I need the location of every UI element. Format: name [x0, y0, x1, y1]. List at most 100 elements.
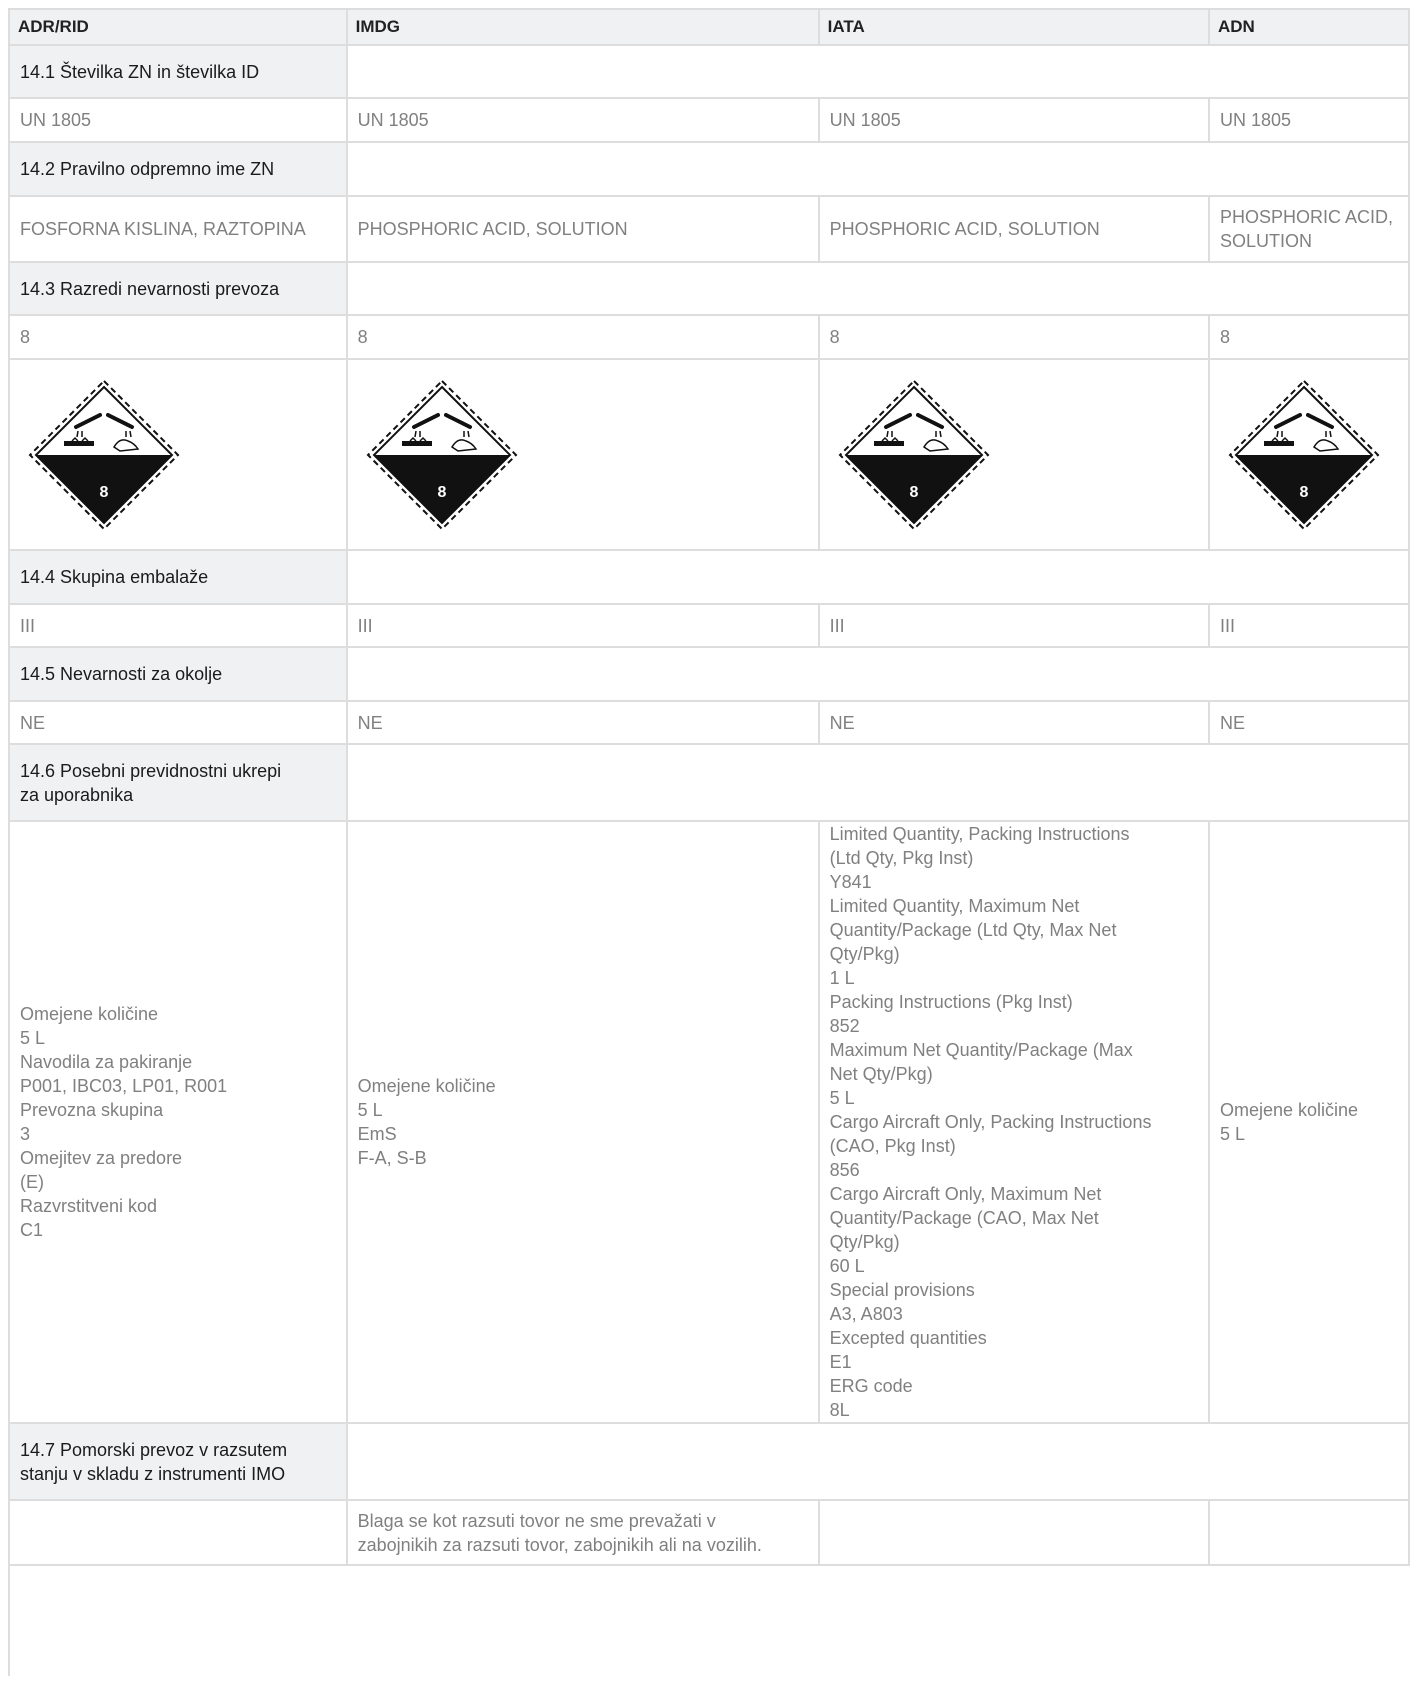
- pictogram-cell-imdg: 8: [345, 358, 820, 551]
- corroded-surface: [401, 440, 432, 446]
- table-row: Blaga se kot razsuti tovor ne sme prevaž…: [8, 1499, 1411, 1566]
- corrosive-pictogram-icon: 8: [28, 379, 180, 530]
- table-row: III III III III: [8, 603, 1411, 648]
- pictogram-cell-adn: 8: [1207, 358, 1411, 551]
- text-line: 60 L: [829, 1256, 865, 1276]
- section-title-environment: 14.5 Nevarnosti za okolje: [8, 646, 348, 702]
- corroded-surface: [64, 440, 94, 446]
- text-line: Qty/Pkg): [829, 1232, 900, 1252]
- text-line: Omejene količine: [1219, 1100, 1359, 1120]
- text-line: Cargo Aircraft Only, Packing Instruction…: [829, 1112, 1152, 1132]
- imo-bulk-iata: [817, 1499, 1210, 1566]
- text-line: Special provisions: [829, 1280, 975, 1300]
- environment-imdg: NE: [345, 700, 820, 745]
- text-line: A3, A803: [829, 1304, 903, 1324]
- text-line: Omejitev za predore: [20, 1148, 183, 1168]
- imo-bulk-adn: [1207, 1499, 1411, 1566]
- text-line: 5 L: [829, 1088, 855, 1108]
- precautions-imdg: Omejene količine 5 L EmS F-A, S-B: [345, 820, 820, 1424]
- section-row: 14.1 Številka ZN in številka ID: [8, 44, 1411, 99]
- shipping-name-adn: PHOSPHORIC ACID, SOLUTION: [1207, 195, 1411, 263]
- text-line: Excepted quantities: [829, 1328, 987, 1348]
- section-title-hazard-class: 14.3 Razredi nevarnosti prevoza: [8, 261, 348, 316]
- col-header-adn: ADN: [1207, 8, 1411, 46]
- un-number-adr: UN 1805: [8, 97, 348, 143]
- section-row: 14.4 Skupina embalaže: [8, 549, 1411, 605]
- table-row: Omejene količine 5 L Navodila za pakiranje…: [8, 820, 1411, 1424]
- corrosive-pictogram-icon: 8: [1228, 379, 1380, 530]
- shipping-name-imdg: PHOSPHORIC ACID, SOLUTION: [345, 195, 820, 263]
- hazard-class-adr: 8: [8, 314, 348, 360]
- section-row: 14.7 Pomorski prevoz v razsutem stanju v…: [8, 1422, 1411, 1501]
- header-row: ADR/RID IMDG IATA ADN: [8, 8, 1411, 46]
- col-header-imdg: IMDG: [345, 8, 820, 46]
- text-line: Y841: [829, 872, 872, 892]
- precautions-iata: Limited Quantity, Packing Instructions (L…: [817, 820, 1210, 1424]
- table-row: UN 1805 UN 1805 UN 1805 UN 1805: [8, 97, 1411, 143]
- table-row: 8 8 8 8: [8, 314, 1411, 360]
- precautions-adn: Omejene količine 5 L: [1207, 820, 1411, 1424]
- text-line: 5 L: [20, 1028, 46, 1048]
- text-line: Quantity/Package (CAO, Max Net: [829, 1208, 1099, 1228]
- environment-iata: NE: [817, 700, 1210, 745]
- pictogram-row: 8 8 8 8: [8, 358, 1411, 551]
- section-row: 14.2 Pravilno odpremno ime ZN: [8, 141, 1411, 197]
- text-line: (Ltd Qty, Pkg Inst): [829, 848, 974, 868]
- text-line: Blaga se kot razsuti tovor ne sme prevaž…: [357, 1510, 716, 1531]
- table-row: NE NE NE NE: [8, 700, 1411, 745]
- section-row: 14.3 Razredi nevarnosti prevoza: [8, 261, 1411, 316]
- text-line: Limited Quantity, Packing Instructions: [829, 824, 1130, 844]
- imo-bulk-imdg: Blaga se kot razsuti tovor ne sme prevaž…: [345, 1499, 820, 1566]
- class-number-label: 8: [909, 484, 918, 501]
- text-line: 856: [829, 1160, 860, 1180]
- text-line: Quantity/Package (Ltd Qty, Max Net: [829, 920, 1117, 940]
- text-line: Limited Quantity, Maximum Net: [829, 896, 1080, 916]
- text-line: F-A, S-B: [357, 1148, 427, 1168]
- imo-bulk-adr: [8, 1499, 348, 1566]
- corrosive-pictogram-icon: 8: [366, 379, 518, 530]
- text-line: 8L: [829, 1400, 850, 1420]
- section-row: 14.6 Posebni previdnostni ukrepi za upor…: [8, 743, 1411, 822]
- text-line: Net Qty/Pkg): [829, 1064, 933, 1084]
- section-title-imo-bulk: 14.7 Pomorski prevoz v razsutem stanju v…: [8, 1422, 348, 1501]
- corroded-surface: [873, 440, 904, 446]
- section-title-packing-group: 14.4 Skupina embalaže: [8, 549, 348, 605]
- text-line: Omejene količine: [357, 1076, 496, 1096]
- text-line: E1: [829, 1352, 852, 1372]
- col-header-iata: IATA: [817, 8, 1210, 46]
- corroded-surface: [1263, 440, 1294, 446]
- text-line: 3: [20, 1124, 31, 1144]
- text-line: Cargo Aircraft Only, Maximum Net: [829, 1184, 1102, 1204]
- hazard-class-iata: 8: [817, 314, 1210, 360]
- packing-group-iata: III: [817, 603, 1210, 648]
- text-line: 1 L: [829, 968, 855, 988]
- hazard-class-imdg: 8: [345, 314, 820, 360]
- section-title-shipping-name: 14.2 Pravilno odpremno ime ZN: [8, 141, 348, 197]
- pictogram-cell-adr: 8: [8, 358, 348, 551]
- text-line: 5 L: [1219, 1124, 1245, 1144]
- section-title-precautions: 14.6 Posebni previdnostni ukrepi za upor…: [8, 743, 348, 822]
- packing-group-adn: III: [1207, 603, 1411, 648]
- text-line: 852: [829, 1016, 860, 1036]
- environment-adn: NE: [1207, 700, 1411, 745]
- text-line: Maximum Net Quantity/Package (Max: [829, 1040, 1133, 1060]
- environment-adr: NE: [8, 700, 348, 745]
- text-line: Navodila za pakiranje: [20, 1052, 193, 1072]
- packing-group-imdg: III: [345, 603, 820, 648]
- pictogram-cell-iata: 8: [817, 358, 1210, 551]
- packing-group-adr: III: [8, 603, 348, 648]
- shipping-name-adr: FOSFORNA KISLINA, RAZTOPINA: [8, 195, 348, 263]
- class-number-label: 8: [437, 484, 446, 501]
- text-line: zabojnikih za razsuti tovor, zabojnikih …: [357, 1534, 762, 1555]
- class-number-label: 8: [1300, 484, 1309, 501]
- transport-info-table: ADR/RID IMDG IATA ADN 14.1 Številka ZN i…: [8, 8, 1411, 1566]
- text-line: (CAO, Pkg Inst): [829, 1136, 956, 1156]
- class-number-label: 8: [100, 484, 109, 501]
- text-line: 5 L: [357, 1100, 383, 1120]
- text-line: C1: [20, 1220, 44, 1240]
- precautions-adr: Omejene količine 5 L Navodila za pakiranje…: [8, 820, 348, 1424]
- un-number-adn: UN 1805: [1207, 97, 1411, 143]
- text-line: Omejene količine: [20, 1004, 159, 1024]
- hazard-class-adn: 8: [1207, 314, 1411, 360]
- section-title-un-number: 14.1 Številka ZN in številka ID: [8, 44, 348, 99]
